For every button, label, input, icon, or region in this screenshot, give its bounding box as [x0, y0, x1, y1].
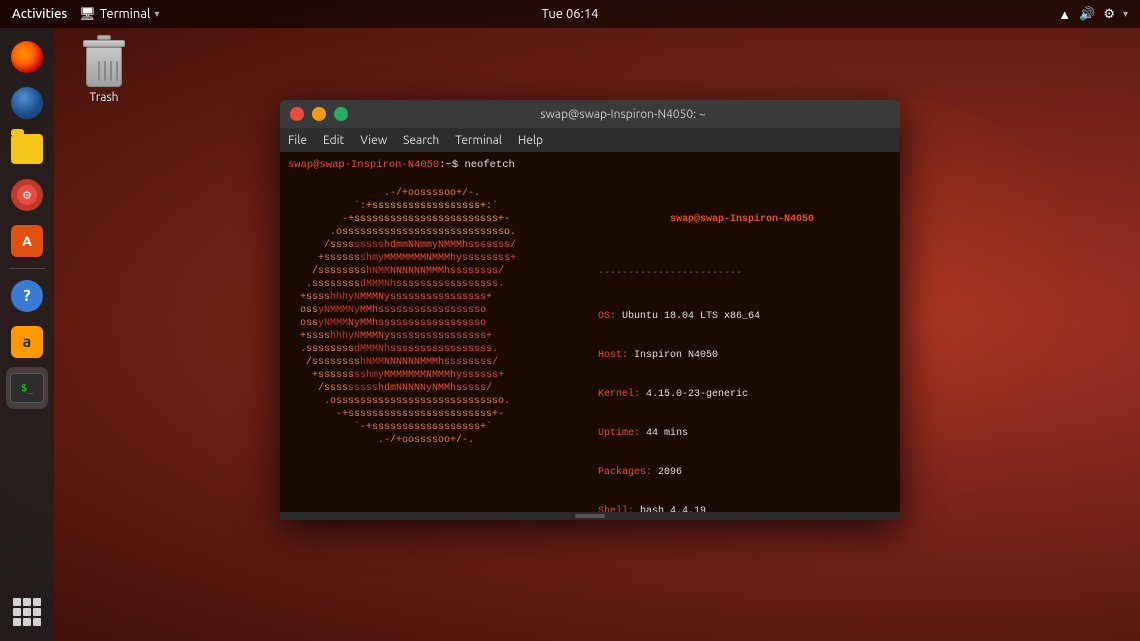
thunderbird-icon	[11, 87, 43, 119]
trash-icon	[80, 35, 128, 87]
scrollbar-thumb[interactable]	[575, 514, 605, 518]
terminal-body[interactable]: swap@swap-Inspiron-N4050:~$ neofetch .-/…	[280, 152, 900, 512]
neofetch-info: swap@swap-Inspiron-N4050 ---------------…	[598, 174, 892, 512]
help-icon: ?	[11, 280, 43, 312]
dock-item-amazon[interactable]: a	[6, 321, 48, 363]
command-text: neofetch	[464, 159, 514, 171]
menu-edit[interactable]: Edit	[323, 134, 344, 147]
files-icon	[11, 134, 43, 164]
terminal-window: swap@swap-Inspiron-N4050: ~ File Edit Vi…	[280, 100, 900, 520]
dock-item-settings[interactable]: ⚙	[6, 174, 48, 216]
prompt-line: swap@swap-Inspiron-N4050:~$ neofetch	[288, 158, 892, 172]
menu-search[interactable]: Search	[403, 134, 439, 147]
app-name-label: Terminal	[100, 7, 151, 21]
settings-icon: ⚙	[11, 179, 43, 211]
chevron-down-icon: ▾	[1123, 8, 1128, 20]
clock: Tue 06:14	[542, 7, 599, 21]
desktop-trash[interactable]: Trash	[80, 35, 128, 104]
software-center-icon: A	[11, 225, 43, 257]
amazon-icon: a	[11, 326, 43, 358]
terminal-scrollbar[interactable]	[280, 512, 900, 520]
app-menu[interactable]: 🖥 Terminal ▾	[79, 7, 159, 22]
menu-help[interactable]: Help	[518, 134, 543, 147]
activities-button[interactable]: Activities	[12, 7, 67, 21]
dock-item-software[interactable]: A	[6, 220, 48, 262]
firefox-icon	[11, 41, 43, 73]
maximize-button[interactable]	[334, 107, 348, 121]
terminal-title: swap@swap-Inspiron-N4050: ~	[356, 108, 890, 121]
system-icon: ⚙	[1103, 7, 1115, 22]
terminal-titlebar: swap@swap-Inspiron-N4050: ~	[280, 100, 900, 128]
terminal-icon-small: 🖥	[79, 7, 96, 22]
desktop: Activities 🖥 Terminal ▾ Tue 06:14 ▲ 🔊 ⚙ …	[0, 0, 1140, 641]
neofetch-art: .-/+oossssoo+/-. `:+ssssssssssssssssss+:…	[288, 174, 598, 512]
grid-icon	[13, 598, 41, 626]
dock-separator	[9, 268, 45, 269]
close-button[interactable]	[290, 107, 304, 121]
app-menu-chevron: ▾	[154, 8, 159, 20]
dock-item-thunderbird[interactable]	[6, 82, 48, 124]
menu-terminal[interactable]: Terminal	[455, 134, 502, 147]
dock-item-firefox[interactable]	[6, 36, 48, 78]
terminal-menubar: File Edit View Search Terminal Help	[280, 128, 900, 152]
trash-label: Trash	[89, 91, 118, 104]
menu-file[interactable]: File	[288, 134, 307, 147]
show-apps-button[interactable]	[6, 591, 48, 633]
dock: ⚙ A ? a $_	[0, 28, 54, 641]
dock-item-terminal[interactable]: $_	[6, 367, 48, 409]
neofetch-output: .-/+oossssoo+/-. `:+ssssssssssssssssss+:…	[288, 174, 892, 512]
topbar: Activities 🖥 Terminal ▾ Tue 06:14 ▲ 🔊 ⚙ …	[0, 0, 1140, 28]
wifi-icon: ▲	[1058, 7, 1071, 22]
menu-view[interactable]: View	[360, 134, 387, 147]
dock-item-help[interactable]: ?	[6, 275, 48, 317]
prompt-user: swap@swap-Inspiron-N4050	[288, 159, 439, 171]
minimize-button[interactable]	[312, 107, 326, 121]
terminal-dock-icon: $_	[10, 373, 44, 403]
volume-icon: 🔊	[1079, 7, 1095, 22]
dock-item-files[interactable]	[6, 128, 48, 170]
